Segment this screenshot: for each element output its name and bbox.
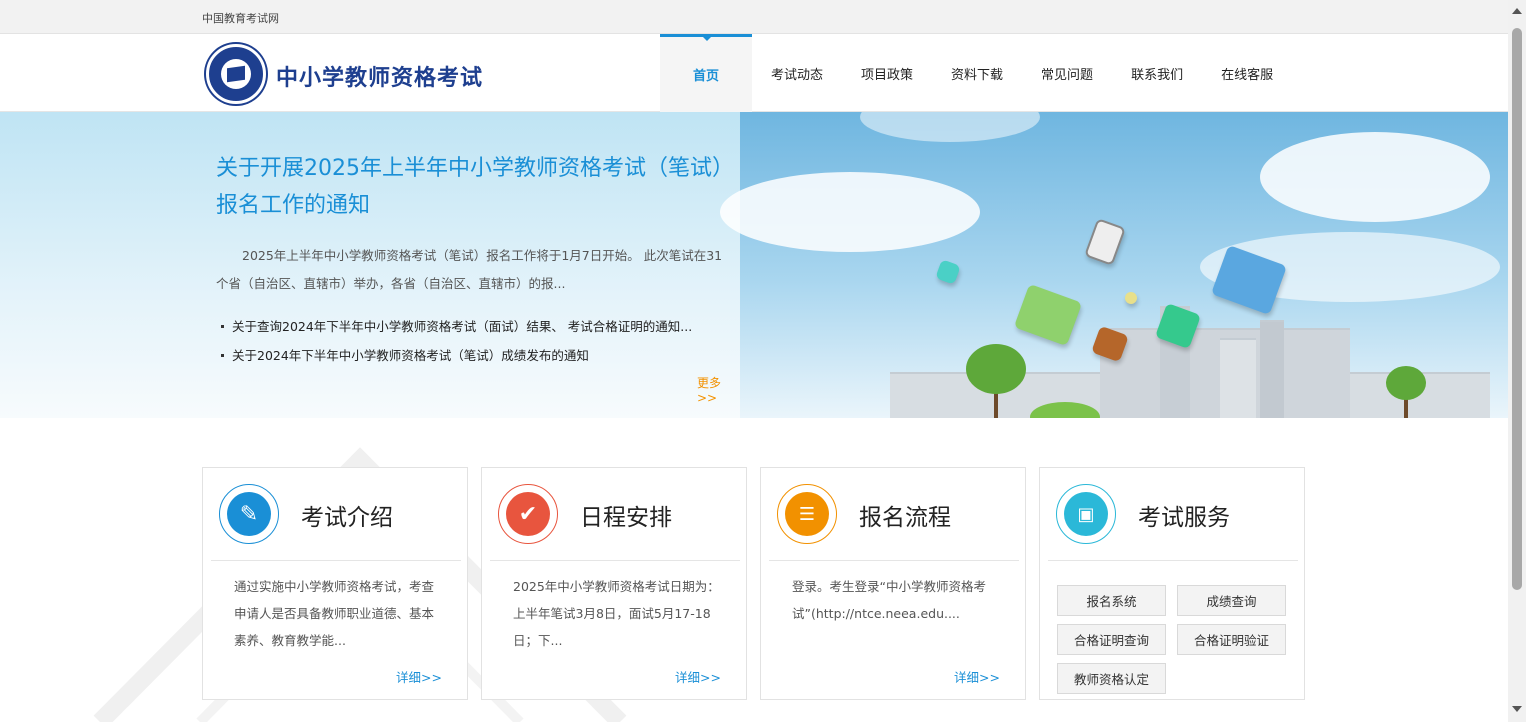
certificate-verify-button[interactable]: 合格证明验证: [1177, 624, 1286, 655]
card-title[interactable]: 考试服务: [1138, 498, 1230, 532]
card-text: 2025年中小学教师资格考试日期为：上半年笔试3月8日，面试5月17-18日；下…: [513, 579, 720, 648]
card-schedule: ✔ 日程安排 2025年中小学教师资格考试日期为：上半年笔试3月8日，面试5月1…: [481, 467, 747, 700]
card-registration-process: ☰ 报名流程 登录。考生登录“中小学教师资格考试”(http://ntce.ne…: [760, 467, 1026, 700]
nav-online-service[interactable]: 在线客服: [1202, 34, 1292, 112]
scroll-up-arrow-icon[interactable]: [1512, 8, 1522, 14]
news-list: 关于查询2024年下半年中小学教师资格考试（面试）结果、 考试合格证明的通知..…: [216, 312, 736, 370]
card-text: 通过实施中小学教师资格考试，考查申请人是否具备教师职业道德、基本素养、教育教学能…: [234, 579, 435, 648]
card-divider: [1048, 560, 1298, 561]
page-scrollbar[interactable]: [1508, 0, 1526, 722]
card-title[interactable]: 报名流程: [859, 498, 951, 532]
banner-more-link[interactable]: 更多>>: [697, 374, 740, 405]
services-icon: ▣: [1056, 484, 1116, 544]
scroll-thumb[interactable]: [1512, 28, 1522, 590]
certificate-query-button[interactable]: 合格证明查询: [1057, 624, 1166, 655]
news-item[interactable]: 关于查询2024年下半年中小学教师资格考试（面试）结果、 考试合格证明的通知..…: [216, 312, 736, 341]
card-more-link[interactable]: 详细>>: [396, 667, 442, 686]
score-query-button[interactable]: 成绩查询: [1177, 585, 1286, 616]
nav-faq[interactable]: 常见问题: [1022, 34, 1112, 112]
neea-site-link[interactable]: 中国教育考试网: [202, 10, 279, 26]
header: 中小学教师资格考试 首页 考试动态 项目政策 资料下载 常见问题 联系我们 在线…: [0, 34, 1508, 112]
registration-system-button[interactable]: 报名系统: [1057, 585, 1166, 616]
banner-headline[interactable]: 关于开展2025年上半年中小学教师资格考试（笔试）报名工作的通知: [216, 150, 736, 224]
card-exam-services: ▣ 考试服务 报名系统 成绩查询 合格证明查询 合格证明验证 教师资格认定: [1039, 467, 1305, 700]
feature-cards: ✎ 考试介绍 通过实施中小学教师资格考试，考查申请人是否具备教师职业道德、基本素…: [202, 467, 1306, 701]
contact-book-icon: ▣: [1064, 492, 1108, 536]
document-edit-icon: ✎: [227, 492, 271, 536]
registration-icon: ☰: [777, 484, 837, 544]
nav-downloads[interactable]: 资料下载: [932, 34, 1022, 112]
banner: 关于开展2025年上半年中小学教师资格考试（笔试）报名工作的通知 2025年上半…: [0, 112, 1508, 418]
card-more-link[interactable]: 详细>>: [954, 667, 1000, 686]
main-nav: 首页 考试动态 项目政策 资料下载 常见问题 联系我们 在线客服: [660, 34, 1292, 112]
scroll-down-arrow-icon[interactable]: [1512, 706, 1522, 712]
banner-summary: 2025年上半年中小学教师资格考试（笔试）报名工作将于1月7日开始。 此次笔试在…: [216, 248, 723, 291]
nav-home[interactable]: 首页: [660, 34, 752, 112]
checkmark-icon: ✔: [506, 492, 550, 536]
card-divider: [490, 560, 740, 561]
nav-policy[interactable]: 项目政策: [842, 34, 932, 112]
top-bar: 中国教育考试网: [0, 0, 1508, 34]
card-divider: [211, 560, 461, 561]
card-text: 登录。考生登录“中小学教师资格考试”(http://ntce.neea.edu.…: [792, 579, 986, 621]
browser-form-icon: ☰: [785, 492, 829, 536]
news-item[interactable]: 关于2024年下半年中小学教师资格考试（笔试）成绩发布的通知: [216, 341, 736, 370]
card-more-link[interactable]: 详细>>: [675, 667, 721, 686]
logo-icon[interactable]: [206, 44, 266, 104]
nav-exam-news[interactable]: 考试动态: [752, 34, 842, 112]
banner-illustration: [720, 112, 1508, 418]
schedule-icon: ✔: [498, 484, 558, 544]
teacher-qualification-button[interactable]: 教师资格认定: [1057, 663, 1166, 694]
card-title[interactable]: 日程安排: [580, 498, 672, 532]
exam-intro-icon: ✎: [219, 484, 279, 544]
card-divider: [769, 560, 1019, 561]
card-exam-intro: ✎ 考试介绍 通过实施中小学教师资格考试，考查申请人是否具备教师职业道德、基本素…: [202, 467, 468, 700]
banner-content: 关于开展2025年上半年中小学教师资格考试（笔试）报名工作的通知 2025年上半…: [216, 112, 740, 418]
card-title[interactable]: 考试介绍: [301, 498, 393, 532]
nav-contact[interactable]: 联系我们: [1112, 34, 1202, 112]
site-title[interactable]: 中小学教师资格考试: [276, 60, 483, 92]
